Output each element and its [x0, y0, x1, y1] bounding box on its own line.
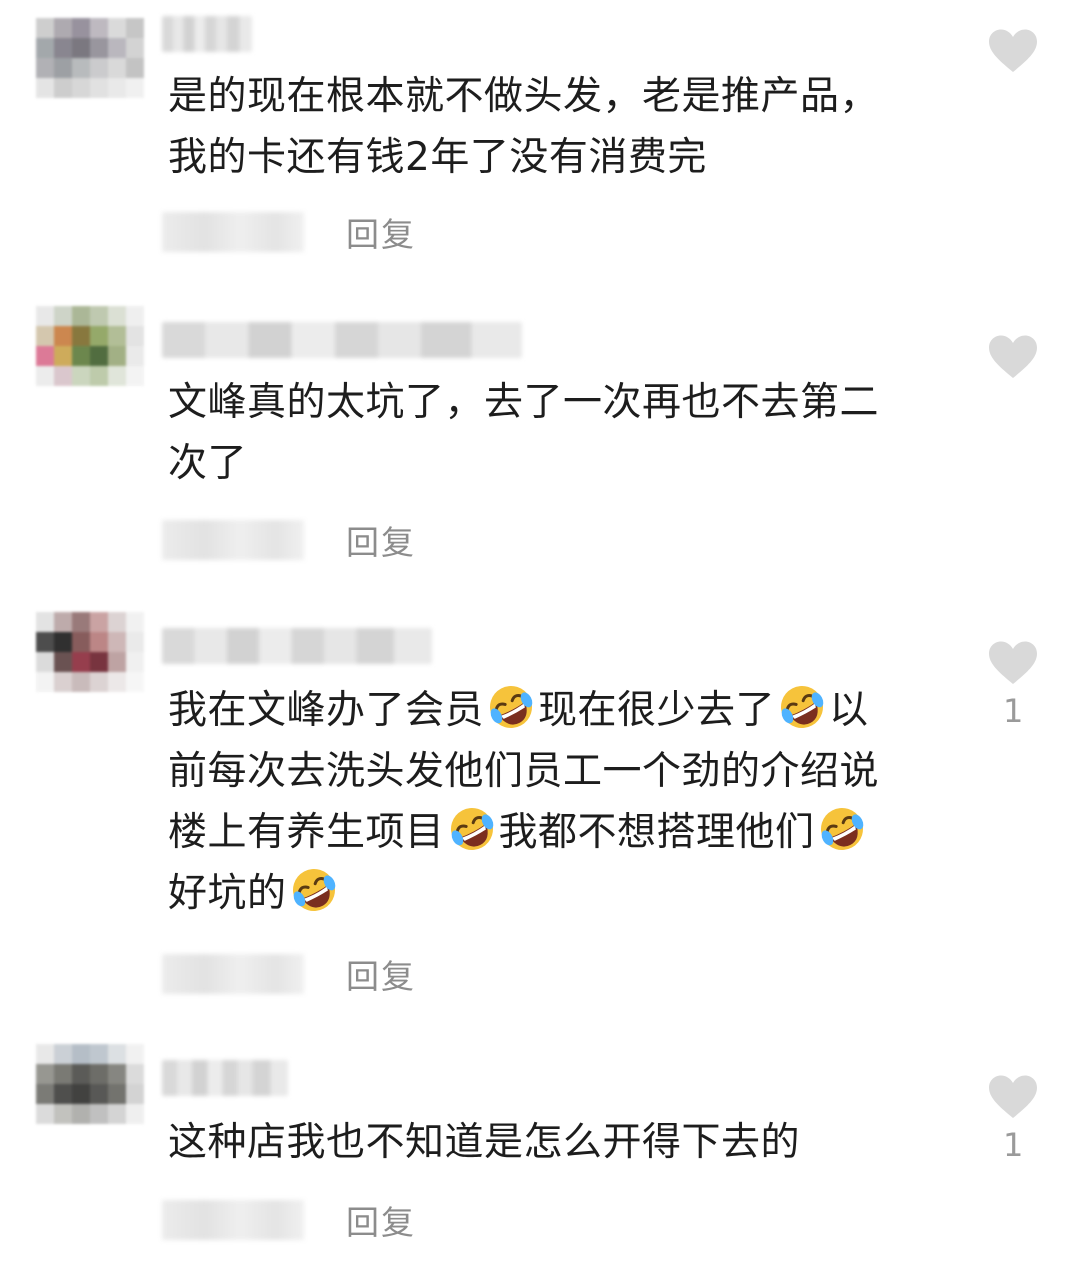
heart-icon[interactable]	[987, 640, 1039, 686]
comment-text-line: 这种店我也不知道是怎么开得下去的	[168, 1112, 958, 1173]
comment-text-segment: 次了	[168, 441, 248, 486]
rolling-on-floor-laughing-emoji	[816, 803, 868, 855]
like-count: 1	[1003, 1126, 1024, 1164]
avatar[interactable]	[36, 1044, 144, 1124]
avatar[interactable]	[36, 306, 144, 386]
reply-button[interactable]: 回复	[346, 208, 416, 256]
timestamp-blurred	[162, 520, 304, 560]
avatar[interactable]	[36, 18, 144, 98]
comment-text-segment: 前每次去洗头发他们员工一个劲的介绍说	[168, 749, 880, 794]
heart-icon[interactable]	[987, 1074, 1039, 1120]
timestamp-blurred	[162, 212, 304, 252]
reply-button[interactable]: 回复	[346, 1196, 416, 1244]
comment-text-segment: 我的卡还有钱2年了没有消费完	[168, 135, 707, 180]
username-blurred[interactable]	[162, 16, 252, 52]
comment-text-segment: 以	[829, 688, 869, 733]
comment-text-line: 文峰真的太坑了，去了一次再也不去第二	[168, 372, 958, 433]
timestamp-blurred	[162, 1200, 304, 1240]
reply-button[interactable]: 回复	[346, 950, 416, 998]
comment-text-segment: 是的现在根本就不做头发，老是推产品，	[168, 74, 880, 119]
rolling-on-floor-laughing-emoji	[446, 803, 498, 855]
comment-text: 文峰真的太坑了，去了一次再也不去第二 次了	[168, 372, 958, 494]
comment-text-segment: 我在文峰办了会员	[168, 688, 485, 733]
comment-text-line: 好坑的	[168, 863, 958, 924]
comment-text-line: 楼上有养生项目 我都不想搭理他们	[168, 802, 958, 863]
comment-text-segment: 好坑的	[168, 871, 287, 916]
comment-text-line: 是的现在根本就不做头发，老是推产品，	[168, 66, 958, 127]
comment-text-line: 前每次去洗头发他们员工一个劲的介绍说	[168, 741, 958, 802]
heart-icon[interactable]	[987, 28, 1039, 74]
comment-text: 这种店我也不知道是怎么开得下去的	[168, 1112, 958, 1173]
comment-text-segment: 楼上有养生项目	[168, 810, 445, 855]
heart-icon[interactable]	[987, 334, 1039, 380]
rolling-on-floor-laughing-emoji	[288, 864, 340, 916]
timestamp-blurred	[162, 954, 304, 994]
like-count: 1	[1003, 692, 1024, 730]
comment-text-line: 我在文峰办了会员 现在很少去了 以	[168, 680, 958, 741]
rolling-on-floor-laughing-emoji	[485, 681, 537, 733]
comment-text: 我在文峰办了会员 现在很少去了以前每次去洗头发他们员工一个劲的介绍说 楼上有养生项目…	[168, 680, 958, 924]
comment-text-segment: 这种店我也不知道是怎么开得下去的	[168, 1120, 801, 1165]
username-blurred[interactable]	[162, 322, 522, 358]
username-blurred[interactable]	[162, 1060, 288, 1096]
username-blurred[interactable]	[162, 628, 432, 664]
comment-text-line: 次了	[168, 433, 958, 494]
rolling-on-floor-laughing-emoji	[776, 681, 828, 733]
avatar[interactable]	[36, 612, 144, 692]
comment-text: 是的现在根本就不做头发，老是推产品， 我的卡还有钱2年了没有消费完	[168, 66, 958, 188]
comment-text-segment: 我都不想搭理他们	[498, 810, 815, 855]
reply-button[interactable]: 回复	[346, 516, 416, 564]
comment-text-segment: 现在很少去了	[538, 688, 776, 733]
comment-text-line: 我的卡还有钱2年了没有消费完	[168, 127, 958, 188]
comment-text-segment: 文峰真的太坑了，去了一次再也不去第二	[168, 380, 880, 425]
